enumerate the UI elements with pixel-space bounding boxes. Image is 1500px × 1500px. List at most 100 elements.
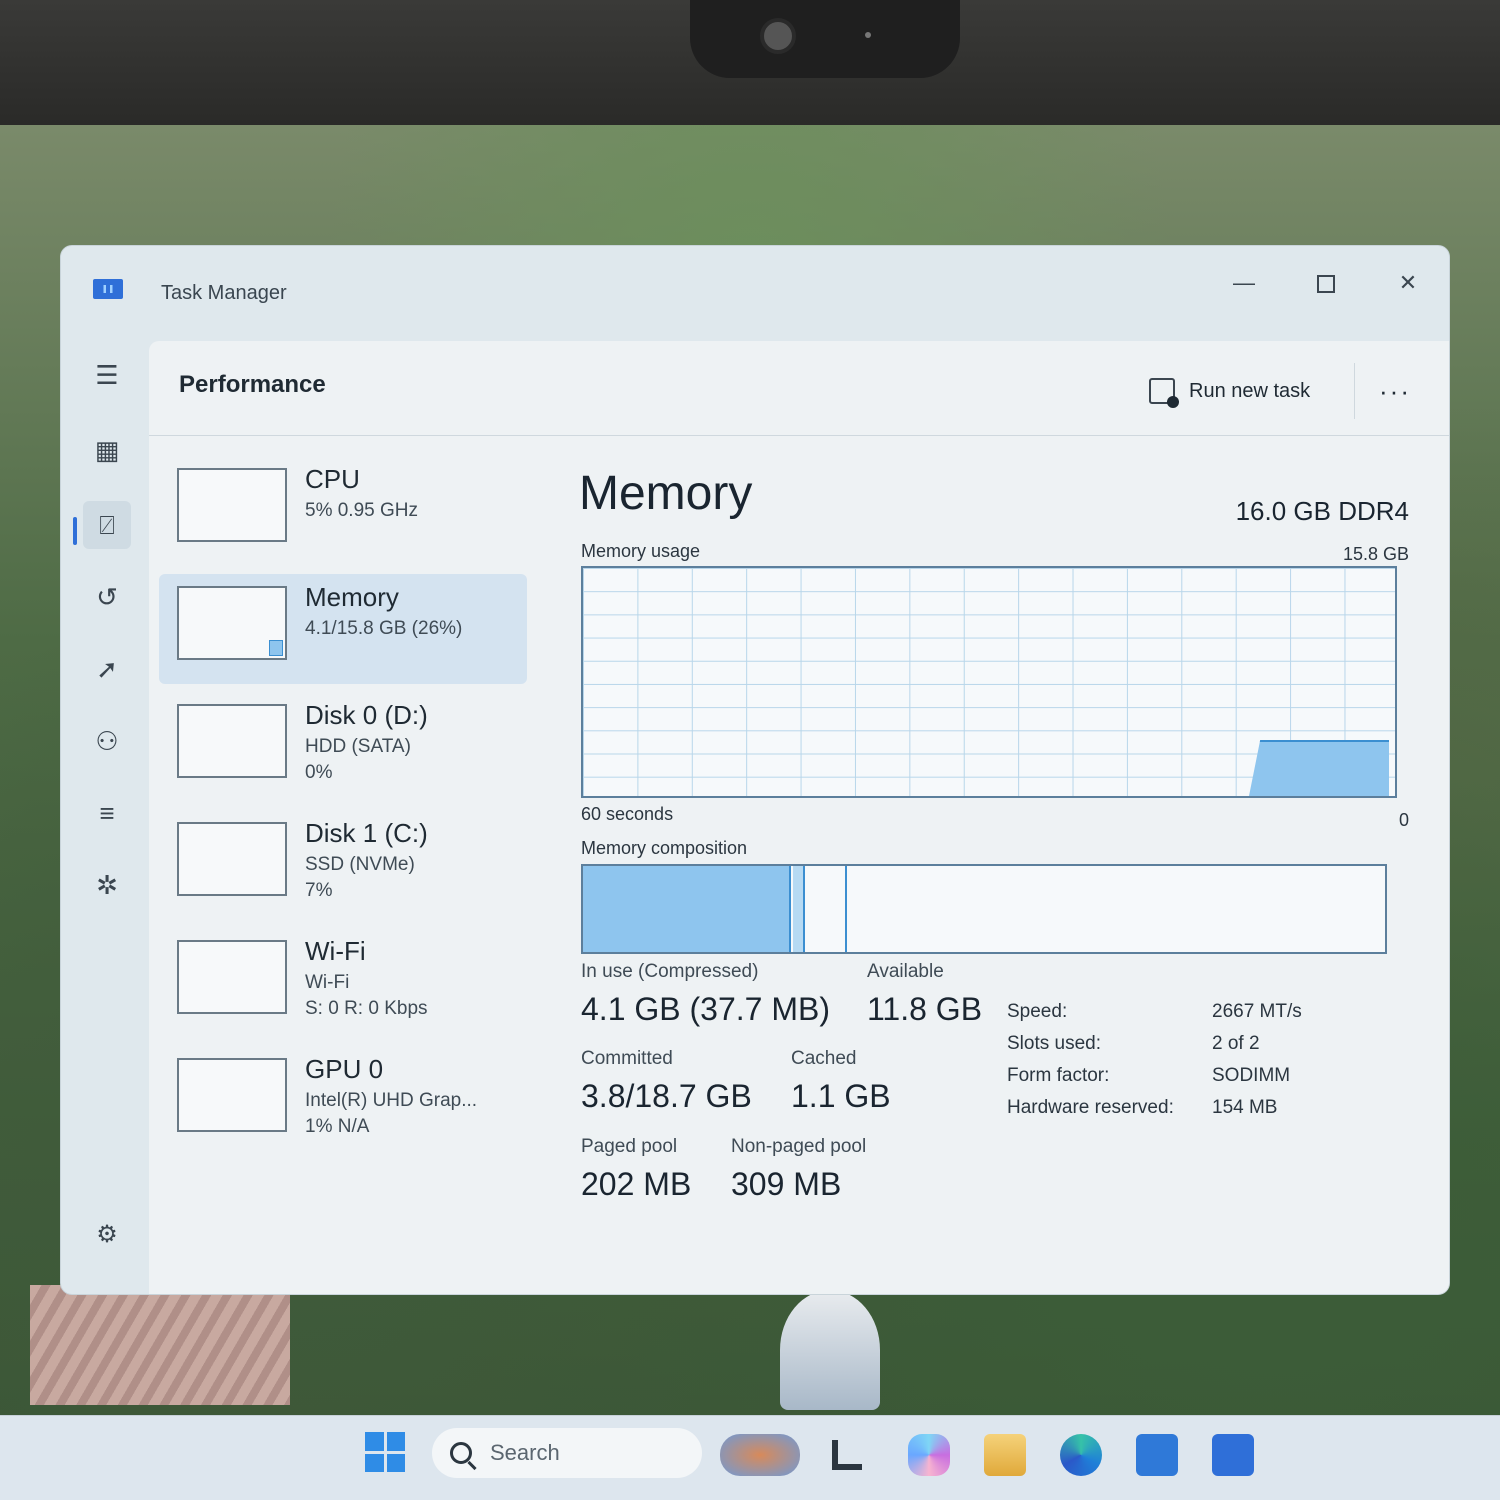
maximize-icon [1317, 275, 1335, 294]
stat-paged-pool: Paged pool 202 MB [581, 1136, 691, 1203]
title-bar[interactable]: Task Manager — ✕ [61, 246, 1449, 341]
laptop-bezel [0, 0, 1500, 125]
performance-icon[interactable]: ⍁ [83, 501, 131, 549]
memory-mini-fill [269, 640, 283, 656]
file-explorer-icon[interactable] [984, 1434, 1026, 1476]
spec-value: SODIMM [1212, 1065, 1291, 1086]
active-indicator [73, 517, 77, 545]
memory-composition-bar[interactable] [581, 864, 1387, 954]
stat-label: Committed [581, 1048, 673, 1069]
resource-detail: 5% 0.95 GHz [305, 500, 418, 521]
copilot-icon[interactable] [908, 1434, 950, 1476]
resource-memory[interactable]: Memory 4.1/15.8 GB (26%) [159, 574, 527, 684]
camera-lens [760, 18, 796, 54]
memory-heading: Memory [579, 467, 753, 520]
nav-rail: ☰ ▦ ⍁ ↺ ➚ ⚇ ≡ ✲ ⚙ [61, 341, 149, 1294]
content-panel: Performance Run new task ··· CPU 5% 0.95… [149, 341, 1449, 1294]
windows-logo-pane [386, 1432, 405, 1451]
spec-value: 2667 MT/s [1212, 1001, 1302, 1022]
memory-usage-label: Memory usage [581, 541, 701, 561]
services-icon[interactable]: ✲ [83, 861, 131, 909]
stat-label: In use (Compressed) [581, 961, 759, 982]
resource-name: Disk 0 (D:) [305, 700, 428, 730]
spec-key: Slots used: [1007, 1033, 1101, 1054]
task-manager-icon [93, 279, 123, 299]
stat-value: 11.8 GB [867, 991, 983, 1027]
spec-key: Hardware reserved: [1007, 1097, 1174, 1118]
minimize-button[interactable]: — [1219, 266, 1269, 300]
resource-detail-2: 0% [305, 762, 333, 783]
search-placeholder: Search [490, 1440, 560, 1465]
resource-name: CPU [305, 464, 360, 494]
graph-min-value: 0 [1398, 810, 1409, 830]
header-divider [1354, 363, 1355, 419]
stat-label: Cached [791, 1048, 857, 1069]
stat-value: 3.8/18.7 GB [581, 1078, 752, 1114]
resource-gpu-0[interactable]: GPU 0 Intel(R) UHD Grap... 1% N/A [159, 1046, 527, 1156]
run-new-task-button[interactable]: Run new task [1149, 371, 1310, 411]
task-manager-taskbar-icon[interactable] [1212, 1434, 1254, 1476]
stat-value: 202 MB [581, 1166, 692, 1202]
windows-logo-pane [386, 1453, 405, 1472]
page-title: Performance [179, 371, 326, 398]
search-icon [450, 1442, 472, 1464]
composition-modified [793, 866, 805, 952]
task-view-icon[interactable] [832, 1440, 862, 1470]
details-icon[interactable]: ≡ [83, 789, 131, 837]
stat-available: Available 11.8 GB [867, 961, 982, 1028]
app-history-icon[interactable]: ↺ [83, 573, 131, 621]
stat-committed: Committed 3.8/18.7 GB [581, 1048, 752, 1115]
maximize-button[interactable] [1301, 266, 1351, 300]
window-title: Task Manager [161, 282, 287, 304]
cpu-mini-graph [177, 468, 287, 542]
resource-detail: SSD (NVMe) [305, 854, 415, 875]
start-button[interactable] [365, 1432, 405, 1472]
memory-spec-table: Speed: 2667 MT/s Slots used: 2 of 2 Form… [1007, 1001, 1417, 1129]
close-button[interactable]: ✕ [1383, 266, 1433, 300]
windows-logo-pane [365, 1453, 384, 1472]
stat-label: Paged pool [581, 1136, 678, 1157]
taskbar-search[interactable]: Search [432, 1428, 702, 1478]
camera-indicator [865, 32, 871, 38]
settings-gear-icon[interactable]: ⚙ [83, 1211, 131, 1259]
graph-time-span: 60 seconds [581, 804, 674, 824]
wallpaper-stairs [30, 1285, 290, 1405]
resource-cpu[interactable]: CPU 5% 0.95 GHz [159, 456, 527, 566]
widgets-icon[interactable] [720, 1434, 800, 1476]
spec-row-hardware-reserved: Hardware reserved: 154 MB [1007, 1097, 1417, 1129]
memory-usage-graph [581, 566, 1397, 798]
taskbar: Search [0, 1415, 1500, 1500]
hamburger-menu-icon[interactable]: ☰ [83, 351, 131, 399]
processes-icon[interactable]: ▦ [83, 426, 131, 474]
webcam-cover [690, 0, 960, 78]
windows-logo-pane [365, 1432, 384, 1451]
more-options-button[interactable]: ··· [1379, 376, 1411, 407]
disk1-mini-graph [177, 822, 287, 896]
startup-apps-icon[interactable]: ➚ [83, 645, 131, 693]
wallpaper-pagoda [780, 1290, 880, 1410]
edge-browser-icon[interactable] [1060, 1434, 1102, 1476]
resource-disk-1[interactable]: Disk 1 (C:) SSD (NVMe) 7% [159, 810, 527, 920]
microsoft-store-icon[interactable] [1136, 1434, 1178, 1476]
memory-mini-graph [177, 586, 287, 660]
page-header: Performance Run new task ··· [149, 341, 1449, 436]
memory-usage-max: 15.8 GB [1342, 544, 1409, 564]
spec-value: 154 MB [1212, 1097, 1278, 1118]
composition-standby [807, 866, 847, 952]
spec-value: 2 of 2 [1212, 1033, 1260, 1054]
composition-in-use [583, 866, 791, 952]
resource-detail: Intel(R) UHD Grap... [305, 1090, 478, 1111]
resource-name: GPU 0 [305, 1054, 384, 1084]
stat-non-paged-pool: Non-paged pool 309 MB [731, 1136, 866, 1203]
users-icon[interactable]: ⚇ [83, 717, 131, 765]
stat-value: 1.1 GB [791, 1078, 891, 1114]
resource-detail: 4.1/15.8 GB (26%) [305, 618, 463, 639]
wifi-mini-graph [177, 940, 287, 1014]
resource-name: Disk 1 (C:) [305, 818, 428, 848]
spec-row-speed: Speed: 2667 MT/s [1007, 1001, 1417, 1033]
resource-wifi[interactable]: Wi-Fi Wi-Fi S: 0 R: 0 Kbps [159, 928, 527, 1038]
run-task-icon [1149, 378, 1179, 408]
resource-disk-0[interactable]: Disk 0 (D:) HDD (SATA) 0% [159, 692, 527, 802]
gpu-mini-graph [177, 1058, 287, 1132]
stat-in-use: In use (Compressed) 4.1 GB (37.7 MB) [581, 961, 830, 1028]
